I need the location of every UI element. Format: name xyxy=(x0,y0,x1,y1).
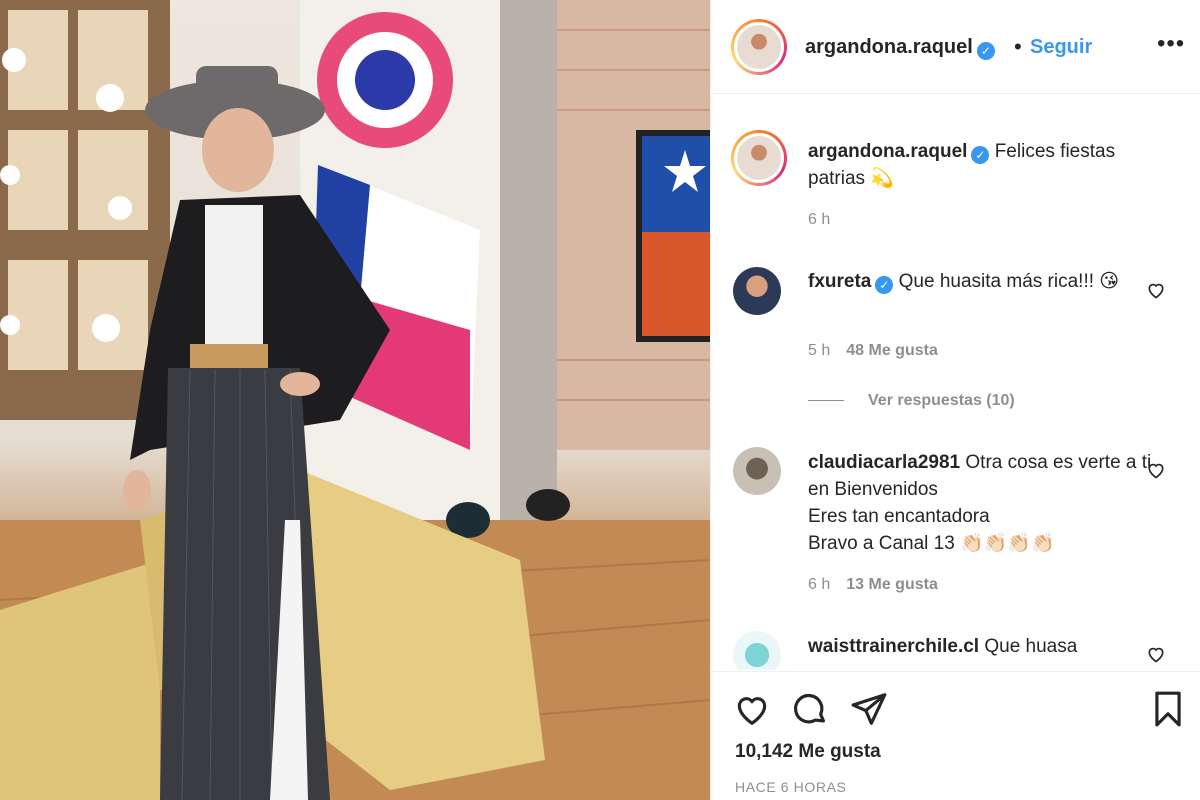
like-comment-heart-icon[interactable] xyxy=(1146,280,1166,300)
comment-body: Que huasita más rica!!! 😘 xyxy=(898,271,1120,292)
comment-meta: 5 h 48 Me gusta xyxy=(808,342,938,360)
verified-badge-icon: ✓ xyxy=(971,146,990,164)
post-timestamp[interactable]: HACE 6 HORAS xyxy=(735,779,846,795)
comment-username[interactable]: fxureta xyxy=(808,271,871,292)
comment-username[interactable]: claudiacarla2981 xyxy=(808,452,960,473)
like-comment-heart-icon[interactable] xyxy=(1146,460,1166,480)
comment-text: fxureta ✓ Que huasita más rica!!! 😘 xyxy=(808,268,1168,295)
replies-divider xyxy=(808,400,844,402)
separator-dot: • xyxy=(1014,34,1022,59)
comment-time: 5 h xyxy=(808,342,831,359)
comment-username[interactable]: waisttrainerchile.cl xyxy=(808,636,979,657)
caption-time: 6 h xyxy=(808,211,831,228)
comment-time: 6 h xyxy=(808,576,831,593)
comments-list[interactable]: argandona.raquel ✓ Felices fiestas patria… xyxy=(711,95,1200,670)
caption-author-avatar[interactable] xyxy=(731,130,787,186)
post-side-panel: argandona.raquel ✓ • Seguir ••• argandona… xyxy=(710,0,1200,800)
follow-button[interactable]: Seguir xyxy=(1030,36,1092,59)
post-header: argandona.raquel ✓ • Seguir ••• xyxy=(711,0,1200,94)
commenter-avatar[interactable] xyxy=(733,447,781,495)
verified-badge-icon: ✓ xyxy=(875,276,894,294)
view-replies-label: Ver respuestas (10) xyxy=(868,392,1015,409)
commenter-avatar[interactable] xyxy=(733,631,781,670)
caption-username[interactable]: argandona.raquel xyxy=(808,141,967,162)
author-avatar[interactable] xyxy=(731,19,787,75)
commenter-avatar[interactable] xyxy=(733,267,781,315)
view-replies-button[interactable]: Ver respuestas (10) xyxy=(808,392,1015,410)
share-send-icon[interactable] xyxy=(850,690,888,728)
comment-text: waisttrainerchile.cl Que huasa xyxy=(808,633,1168,660)
comment-meta: 6 h 13 Me gusta xyxy=(808,576,938,594)
comment-likes[interactable]: 13 Me gusta xyxy=(846,576,938,593)
save-bookmark-icon[interactable] xyxy=(1149,690,1187,728)
comment-likes[interactable]: 48 Me gusta xyxy=(846,342,938,359)
more-options-button[interactable]: ••• xyxy=(1157,30,1185,58)
comment-text: claudiacarla2981 Otra cosa es verte a ti… xyxy=(808,449,1168,557)
post-photo[interactable] xyxy=(0,0,710,800)
like-heart-icon[interactable] xyxy=(733,690,771,728)
author-username[interactable]: argandona.raquel ✓ xyxy=(805,36,995,60)
post-photo-illustration xyxy=(0,0,710,800)
likes-count[interactable]: 10,142 Me gusta xyxy=(735,741,881,763)
comment-body: Que huasa xyxy=(984,636,1078,657)
verified-badge-icon: ✓ xyxy=(976,42,995,60)
post-actions: 10,142 Me gusta HACE 6 HORAS xyxy=(711,671,1200,800)
comment-bubble-icon[interactable] xyxy=(791,690,829,728)
like-comment-heart-icon[interactable] xyxy=(1146,644,1166,664)
caption-text: argandona.raquel ✓ Felices fiestas patria… xyxy=(808,138,1168,192)
